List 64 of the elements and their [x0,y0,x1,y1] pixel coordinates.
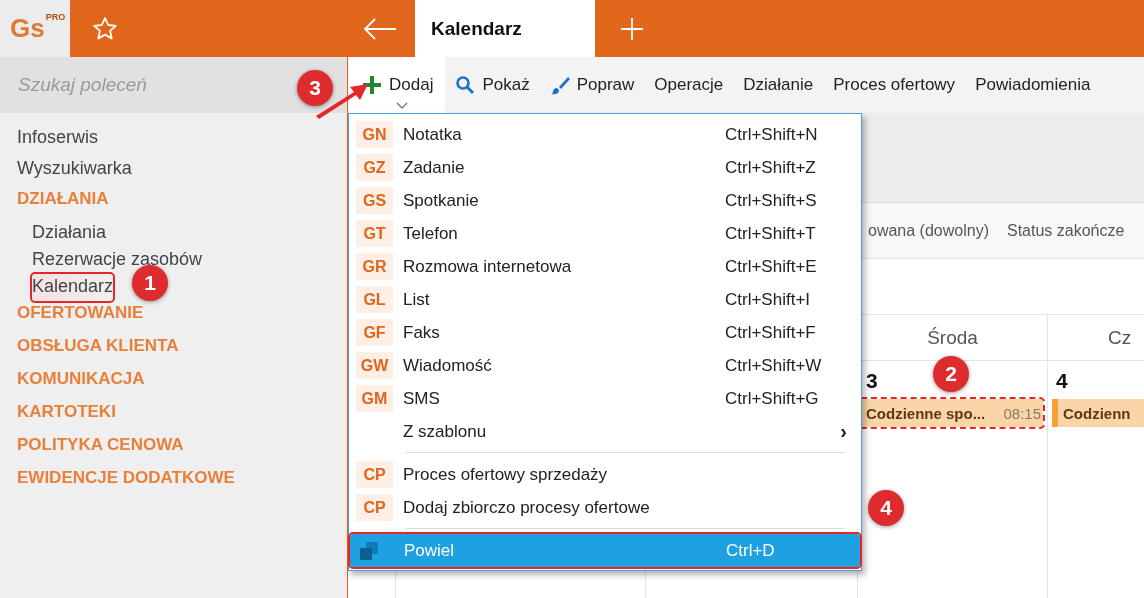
day-number: 4 [1056,369,1068,393]
item-badge: CP [356,461,393,488]
copy-icon [359,540,379,561]
toolbar-button[interactable]: Operacje [644,57,734,113]
menu-item[interactable]: GS Spotkanie Ctrl+Shift+S [349,184,861,217]
item-badge: GF [356,319,393,346]
callout-badge: 2 [933,356,969,392]
item-badge: GN [356,121,393,148]
menu-item[interactable]: GF Faks Ctrl+Shift+F [349,316,861,349]
shortcut-text: Ctrl+Shift+W [725,355,822,376]
shortcut-text: Ctrl+Shift+T [725,223,816,244]
item-badge: GW [356,352,393,379]
submenu-arrow: › [840,420,847,443]
item-badge: GS [356,187,393,214]
item-badge: GT [356,220,393,247]
caret-icon [396,102,408,109]
star-icon[interactable] [92,15,118,42]
sidebar-item[interactable]: Wyszukiwarka [17,156,132,187]
shortcut-text: Ctrl+Shift+I [725,289,811,310]
logo-text: Gs [10,12,45,44]
menu-item[interactable]: GT Telefon Ctrl+Shift+T [349,217,861,250]
filter-label[interactable]: Status zakończe [1006,221,1125,240]
shortcut-text: Ctrl+Shift+Z [725,157,816,178]
sidebar-item[interactable]: Działania [32,220,107,247]
shortcut-text: Ctrl+Shift+F [725,322,816,343]
toolbar-button[interactable]: Działanie [733,57,824,113]
search-icon [455,75,476,95]
item-badge: GR [356,253,393,280]
logo-superscript-text: PRO [45,12,66,22]
shortcut-text: Ctrl+Shift+S [725,190,817,211]
back-arrow-icon[interactable] [363,17,397,40]
menu-item[interactable]: CP Proces ofertowy sprzedaży [349,458,861,491]
event-bar[interactable]: Codzienn [1052,399,1144,427]
day-header: Cz [1108,326,1133,349]
toolbar-button[interactable]: Popraw [539,57,645,113]
menu-item[interactable]: GM SMS Ctrl+Shift+G [349,382,861,415]
shortcut-text: Ctrl+Shift+E [725,256,817,277]
plus-icon [362,75,382,95]
shortcut-text: Ctrl+Shift+G [725,388,819,409]
menu-item[interactable]: GW Wiadomość Ctrl+Shift+W [349,349,861,382]
shortcut-text: Ctrl+D [726,540,775,561]
day-number: 3 [866,369,878,393]
toolbar-button[interactable]: Pokaż [445,57,540,113]
menu-item[interactable]: GL List Ctrl+Shift+I [349,283,861,316]
toolbar-button[interactable]: Proces ofertowy [823,57,966,113]
toolbar-button[interactable]: Powiadomienia [965,57,1101,113]
menu-item[interactable]: CP Dodaj zbiorczo procesy ofertowe [349,491,861,524]
filter-label[interactable]: owana (dowolny) [868,221,989,240]
menu-item[interactable]: GR Rozmowa internetowa Ctrl+Shift+E [349,250,861,283]
menu-item[interactable]: Z szablonu › [349,415,861,448]
item-badge: CP [356,494,393,521]
add-tab-icon[interactable] [620,16,644,41]
menu-item[interactable]: GN Notatka Ctrl+Shift+N [349,118,861,151]
day-header: Środa [927,326,978,349]
sidebar-item[interactable]: Kalendarz [32,274,114,301]
brush-icon [549,75,570,95]
item-badge: GL [356,286,393,313]
menu-item[interactable]: GZ Zadanie Ctrl+Shift+Z [349,151,861,184]
callout-badge: 4 [868,490,904,526]
shortcut-text: Ctrl+Shift+N [725,124,818,145]
sidebar-item[interactable]: Infoserwis [17,125,99,156]
toolbar-button[interactable]: Dodaj [349,57,446,113]
item-badge: GM [356,385,393,412]
item-badge: GZ [356,154,393,181]
